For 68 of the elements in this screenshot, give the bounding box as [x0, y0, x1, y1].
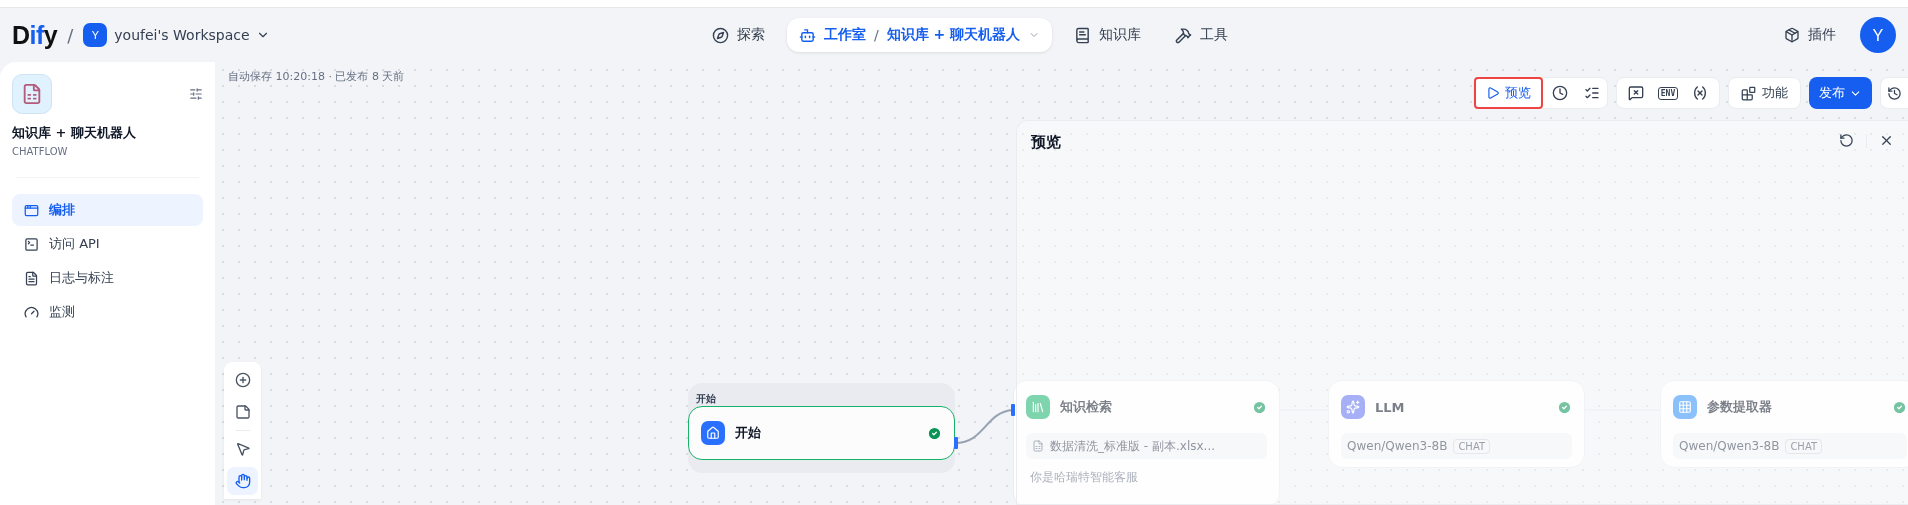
close-icon[interactable] — [1879, 133, 1894, 148]
book-icon — [1074, 26, 1092, 44]
sidebar-item[interactable]: 监测 — [12, 296, 203, 328]
settings-icon[interactable] — [189, 87, 203, 101]
version-history-button[interactable] — [1880, 77, 1908, 109]
prompt-text: 你是哈瑞特智能客服 — [1029, 469, 1139, 486]
nav-tab[interactable]: 探索 — [700, 18, 777, 52]
node-title: LLM — [1375, 399, 1406, 415]
preview-button[interactable]: 预览 — [1474, 77, 1543, 109]
grid-icon — [1673, 395, 1697, 419]
compass-icon — [712, 26, 729, 44]
app-type: CHATFLOW — [12, 146, 69, 157]
divider-slash: / — [874, 27, 879, 43]
clock-icon — [1552, 85, 1568, 101]
autosave-status: 自动保存 10:20:18 · 已发布 8 天前 — [228, 69, 405, 84]
terminal-icon — [24, 236, 39, 252]
node-title: 开始 — [735, 424, 762, 442]
workflow-node[interactable]: 开始 — [688, 406, 955, 460]
document-icon — [24, 270, 39, 286]
node-port — [1011, 404, 1015, 416]
history-icon — [1887, 85, 1902, 101]
nav-tab[interactable]: 知识库 — [1062, 18, 1154, 52]
user-avatar[interactable]: Y — [1860, 17, 1896, 53]
window-icon — [24, 202, 39, 218]
workspace-avatar: Y — [83, 23, 108, 47]
group-label: 开始 — [696, 393, 716, 404]
home-icon — [701, 421, 725, 445]
blocks-icon — [1741, 85, 1756, 101]
sparkle-icon — [1341, 395, 1365, 419]
panel-title: 预览 — [1031, 133, 1061, 152]
node-port — [954, 437, 958, 449]
refresh-icon[interactable] — [1839, 133, 1854, 148]
note-icon — [234, 404, 251, 420]
nav-tab[interactable]: 工作室 / 知识库 + 聊天机器人 — [787, 18, 1053, 52]
workflow-node[interactable]: 参数提取器 Qwen/Qwen3-8B CHAT — [1660, 380, 1908, 468]
checklist-icon — [1584, 85, 1600, 101]
sidebar-item[interactable]: 日志与标注 — [12, 262, 203, 294]
sidebar-item[interactable]: 访问 API — [12, 228, 203, 260]
workflow-node[interactable]: LLM Qwen/Qwen3-8B CHAT — [1328, 380, 1585, 468]
model-chip: Qwen/Qwen3-8B CHAT — [1341, 433, 1572, 459]
node-title: 知识检索 — [1060, 398, 1113, 416]
spreadsheet-icon — [1032, 440, 1044, 452]
model-chip: Qwen/Qwen3-8B CHAT — [1673, 433, 1907, 459]
hammer-icon — [1175, 26, 1193, 44]
package-icon — [1784, 27, 1800, 43]
tool-button[interactable] — [227, 467, 258, 495]
app-icon — [12, 74, 52, 114]
features-button[interactable]: 功能 — [1728, 77, 1801, 109]
chat-variable-icon — [1628, 85, 1644, 101]
divider-slash: / — [67, 24, 74, 46]
sidebar-item[interactable]: 编排 — [12, 194, 203, 226]
library-icon — [1026, 395, 1050, 419]
pointer-icon — [234, 441, 251, 457]
variable-icon — [1692, 85, 1708, 101]
robot-icon — [799, 26, 816, 44]
add-icon — [234, 372, 251, 388]
app-name: 知识库 + 聊天机器人 — [12, 124, 137, 142]
workspace-selector[interactable]: youfei's Workspace — [114, 27, 270, 43]
publish-button[interactable]: 发布 — [1809, 77, 1872, 109]
hand-icon — [234, 473, 251, 489]
dataset-chip: 数据清洗_标准版 - 副本.xlsx... — [1026, 433, 1267, 459]
gauge-icon — [24, 304, 39, 320]
plugins-button[interactable]: 插件 — [1778, 25, 1842, 45]
workflow-node[interactable]: 知识检索 数据清洗_标准版 - 副本.xlsx... 你是哈瑞特智能客服 — [1013, 380, 1280, 505]
play-icon — [1486, 86, 1500, 100]
nav-tab[interactable]: 工具 — [1163, 18, 1241, 52]
node-title: 参数提取器 — [1707, 398, 1773, 416]
logo: Dify — [12, 20, 58, 50]
